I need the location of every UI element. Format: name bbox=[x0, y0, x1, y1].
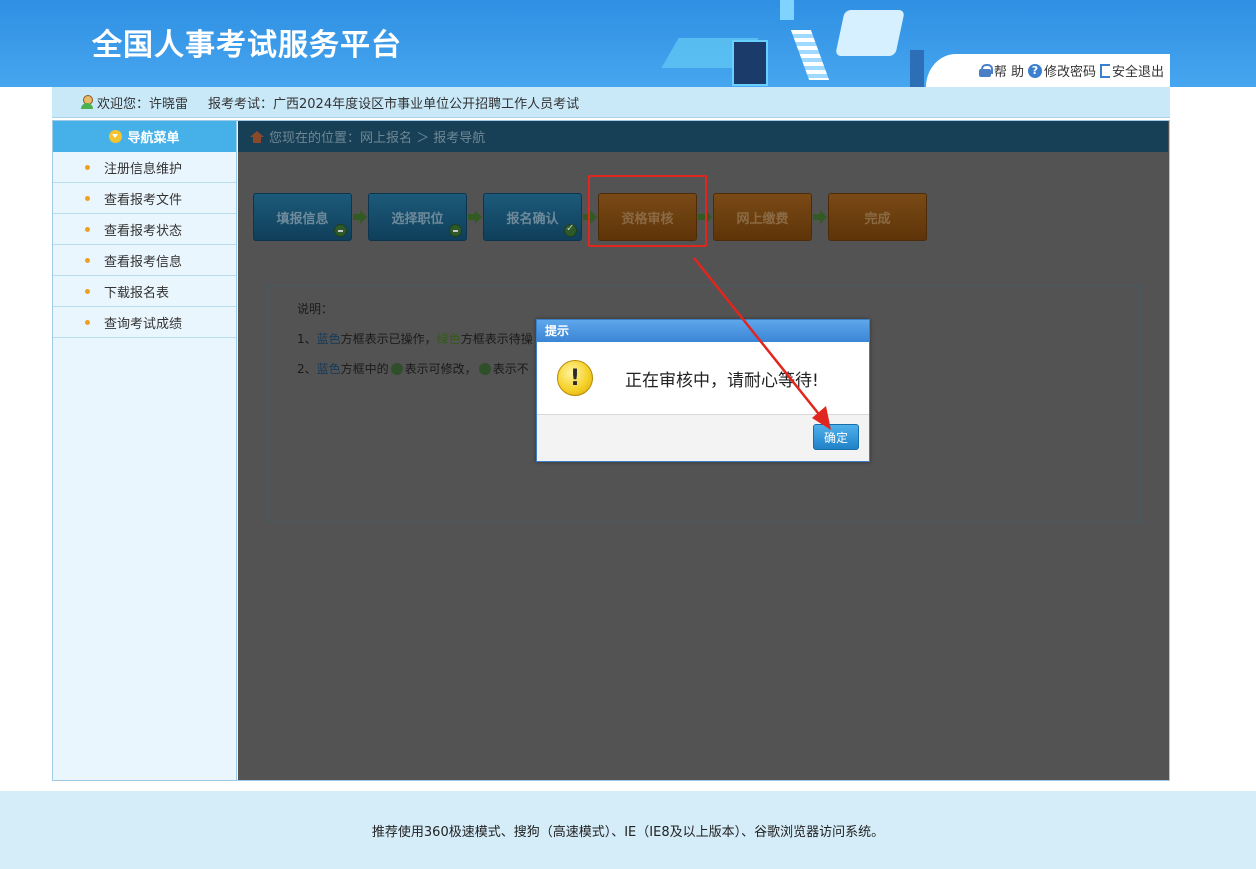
exam-text: 报考考试：广西2024年度设区市事业单位公开招聘工作人员考试 bbox=[208, 96, 580, 112]
breadcrumb-text: 您现在的位置：网上报名 ＞ 报考导航 bbox=[269, 131, 486, 146]
description-line-1: 1、蓝色方框表示已操作，绿色方框表示待操 bbox=[297, 332, 533, 346]
sidebar-item-label: 查看报考文件 bbox=[104, 192, 183, 208]
logout-link[interactable]: 安全退出 bbox=[1099, 61, 1164, 80]
step-label: 选择职位 bbox=[391, 211, 444, 227]
sidebar-item-label: 注册信息维护 bbox=[104, 161, 183, 177]
step-label: 网上缴费 bbox=[736, 211, 789, 227]
sidebar-item-label: 查询考试成绩 bbox=[104, 316, 183, 332]
sidebar-item-exam-status[interactable]: 查看报考状态 bbox=[53, 214, 236, 245]
bullet-icon bbox=[85, 257, 90, 263]
step-select-position[interactable]: 选择职位 bbox=[368, 193, 467, 241]
change-password-link[interactable]: ? 修改密码 bbox=[1027, 61, 1096, 80]
change-password-label: 修改密码 bbox=[1043, 65, 1096, 80]
bullet-icon bbox=[85, 164, 90, 170]
top-toolbar: 帮 助 ? 修改密码 安全退出 bbox=[926, 54, 1170, 87]
breadcrumb: 您现在的位置：网上报名 ＞ 报考导航 bbox=[238, 121, 1168, 152]
check-icon bbox=[390, 363, 403, 375]
site-title: 全国人事考试服务平台 bbox=[92, 28, 402, 63]
minus-icon bbox=[334, 224, 347, 237]
user-info-bar: 欢迎您：许晓雷 报考考试：广西2024年度设区市事业单位公开招聘工作人员考试 bbox=[52, 87, 1170, 118]
bullet-icon bbox=[85, 288, 90, 294]
description-line-2: 2、蓝色方框中的 表示可修改， 表示不 bbox=[297, 362, 529, 376]
step-complete[interactable]: 完成 bbox=[828, 193, 927, 241]
nav-menu-header: 导航菜单 bbox=[53, 121, 236, 152]
lock-icon bbox=[978, 64, 993, 77]
sidebar-item-registration-info[interactable]: 注册信息维护 bbox=[53, 152, 236, 183]
arrow-right-icon bbox=[812, 193, 828, 241]
ok-button[interactable]: 确定 bbox=[813, 424, 859, 450]
check-icon bbox=[564, 223, 577, 237]
alert-dialog: 提示 ! 正在审核中，请耐心等待! 确定 bbox=[536, 319, 870, 462]
minus-icon bbox=[449, 224, 462, 237]
sidebar-item-exam-scores[interactable]: 查询考试成绩 bbox=[53, 307, 236, 338]
header-illustration bbox=[660, 0, 960, 87]
sidebar-item-label: 查看报考信息 bbox=[104, 254, 183, 270]
warning-icon: ! bbox=[557, 360, 593, 396]
highlight-box bbox=[588, 175, 707, 247]
minus-icon bbox=[478, 363, 491, 375]
header: 全国人事考试服务平台 帮 助 ? 修改密码 安全退出 bbox=[0, 0, 1256, 87]
home-icon bbox=[250, 130, 264, 143]
sidebar-item-exam-info[interactable]: 查看报考信息 bbox=[53, 245, 236, 276]
sidebar: 导航菜单 注册信息维护 查看报考文件 查看报考状态 查看报考信息 下载报名表 查… bbox=[53, 121, 237, 780]
exit-icon bbox=[1099, 63, 1110, 78]
step-label: 完成 bbox=[864, 211, 891, 227]
step-label: 报名确认 bbox=[506, 211, 559, 227]
dialog-title: 提示 bbox=[537, 320, 869, 342]
sidebar-item-label: 查看报考状态 bbox=[104, 223, 183, 239]
step-confirm-registration[interactable]: 报名确认 bbox=[483, 193, 582, 241]
footer: 推荐使用360极速模式、搜狗（高速模式）、IE（IE8及以上版本）、谷歌浏览器访… bbox=[0, 791, 1256, 869]
arrow-right-icon bbox=[467, 193, 483, 241]
bullet-icon bbox=[85, 195, 90, 201]
sidebar-item-exam-documents[interactable]: 查看报考文件 bbox=[53, 183, 236, 214]
dialog-message: 正在审核中，请耐心等待! bbox=[625, 370, 819, 391]
question-icon: ? bbox=[1027, 63, 1042, 78]
nav-menu-title: 导航菜单 bbox=[127, 131, 180, 146]
footer-text: 推荐使用360极速模式、搜狗（高速模式）、IE（IE8及以上版本）、谷歌浏览器访… bbox=[371, 824, 885, 840]
step-label: 填报信息 bbox=[276, 211, 329, 227]
bullet-icon bbox=[85, 226, 90, 232]
dialog-body: ! 正在审核中，请耐心等待! bbox=[537, 342, 869, 414]
user-icon bbox=[80, 95, 94, 109]
welcome-text: 欢迎您：许晓雷 bbox=[97, 96, 189, 112]
sidebar-item-label: 下载报名表 bbox=[104, 285, 170, 301]
bullet-icon bbox=[85, 319, 90, 325]
arrow-right-icon bbox=[352, 193, 368, 241]
description-heading: 说明： bbox=[297, 302, 334, 316]
dialog-footer: 确定 bbox=[537, 414, 869, 461]
logout-label: 安全退出 bbox=[1111, 65, 1164, 80]
step-fill-info[interactable]: 填报信息 bbox=[253, 193, 352, 241]
sidebar-item-download-form[interactable]: 下载报名表 bbox=[53, 276, 236, 307]
chevron-down-icon bbox=[109, 130, 123, 143]
help-link[interactable]: 帮 助 bbox=[978, 61, 1024, 80]
help-label: 帮 助 bbox=[993, 65, 1024, 80]
step-online-payment[interactable]: 网上缴费 bbox=[713, 193, 812, 241]
